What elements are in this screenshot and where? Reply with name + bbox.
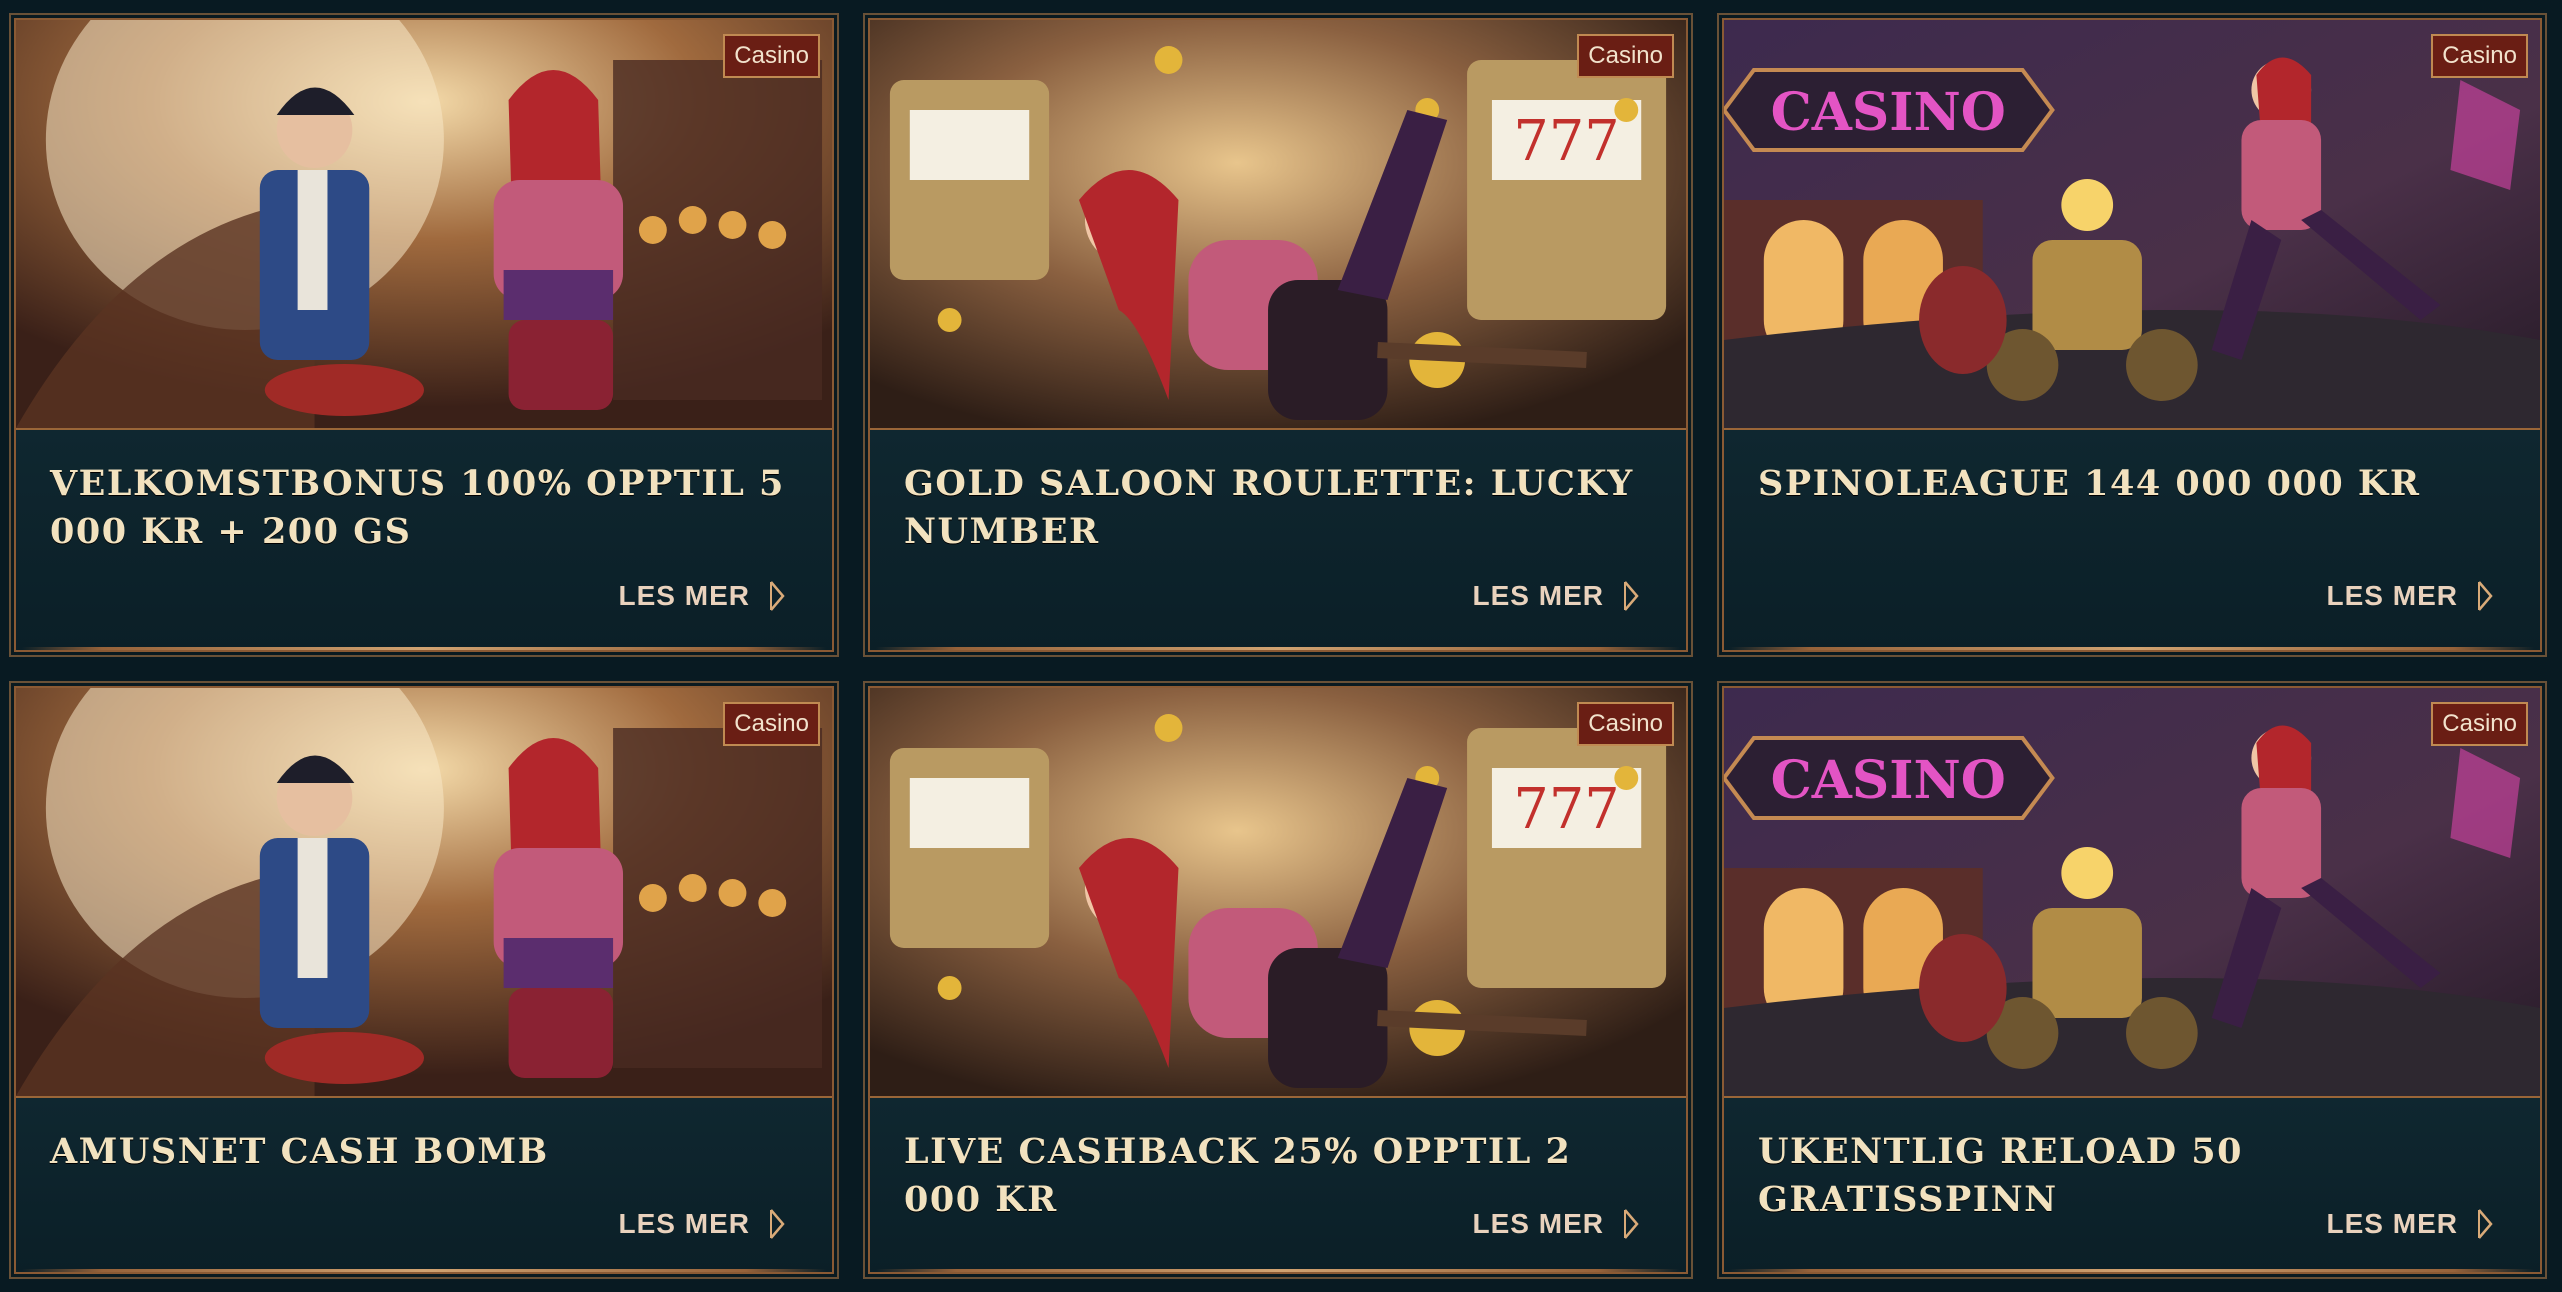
category-badge: Casino [1577,702,1674,746]
promo-image-slots-girl: 777 Casino [870,20,1686,430]
read-more-label: LES MER [2326,580,2458,611]
promo-card-body: LIVE CASHBACK 25% OPPTIL 2 000 KR LES ME… [870,1098,1686,1272]
category-badge: Casino [2431,702,2528,746]
promo-image-duo-lounge: Casino [16,688,832,1098]
read-more-link[interactable]: LES MER [619,1208,786,1240]
card-frame-bottom [22,647,826,650]
category-badge: Casino [1577,34,1674,78]
promo-title: VELKOMSTBONUS 100% OPPTIL 5 000 KR + 200… [50,463,785,552]
svg-text:777: 777 [1513,777,1619,842]
promo-title: AMUSNET CASH BOMB [50,1131,549,1172]
card-frame-bottom [876,647,1680,650]
read-more-link[interactable]: LES MER [1473,1208,1640,1240]
read-more-label: LES MER [2326,1208,2458,1239]
promo-image-slots-girl: 777 Casino [870,688,1686,1098]
promo-card[interactable]: CASINO Casino SPINOLEAGUE 144 000 000 KR [1722,18,2542,652]
promo-card[interactable]: CASINO Casino UKENTLIG RELOAD 50 GRATISS… [1722,686,2542,1274]
card-frame-bottom [1730,647,2534,650]
casino-sign: CASINO [1771,82,2006,143]
card-frame-bottom [1730,1269,2534,1272]
promo-image-casino-street: CASINO Casino [1724,20,2540,430]
promo-card[interactable]: 777 Casino LIVE CASHBACK 25% OPPTIL 2 00… [868,686,1688,1274]
read-more-label: LES MER [1472,1208,1604,1239]
category-badge: Casino [2431,34,2528,78]
promo-title: GOLD SALOON ROULETTE: LUCKY NUMBER [904,463,1634,552]
chevron-right-icon [1624,581,1639,611]
category-badge: Casino [723,34,820,78]
promo-card-body: UKENTLIG RELOAD 50 GRATISSPINN LES MER [1724,1098,2540,1272]
promo-card[interactable]: Casino AMUSNET CASH BOMB LES MER [14,686,834,1274]
chevron-right-icon [770,581,785,611]
read-more-label: LES MER [618,1208,750,1239]
promo-card-body: GOLD SALOON ROULETTE: LUCKY NUMBER LES M… [870,430,1686,650]
read-more-link[interactable]: LES MER [1473,580,1640,612]
promotions-grid: Casino VELKOMSTBONUS 100% OPPTIL 5 000 K… [0,0,2562,1292]
card-frame-bottom [22,1269,826,1272]
chevron-right-icon [2478,581,2493,611]
chevron-right-icon [770,1209,785,1239]
read-more-label: LES MER [1472,580,1604,611]
promo-image-casino-street: CASINO Casino [1724,688,2540,1098]
promo-card-body: SPINOLEAGUE 144 000 000 KR LES MER [1724,430,2540,650]
read-more-link[interactable]: LES MER [619,580,786,612]
category-badge: Casino [723,702,820,746]
promo-card-body: AMUSNET CASH BOMB LES MER [16,1098,832,1272]
svg-text:777: 777 [1513,109,1619,174]
promo-card[interactable]: Casino VELKOMSTBONUS 100% OPPTIL 5 000 K… [14,18,834,652]
read-more-label: LES MER [618,580,750,611]
read-more-link[interactable]: LES MER [2327,580,2494,612]
promo-title: SPINOLEAGUE 144 000 000 KR [1758,463,2421,504]
card-frame-bottom [876,1269,1680,1272]
read-more-link[interactable]: LES MER [2327,1208,2494,1240]
promo-card[interactable]: 777 Casino GOLD SALOON ROULETTE: LUCKY N… [868,18,1688,652]
casino-sign: CASINO [1771,750,2006,811]
chevron-right-icon [1624,1209,1639,1239]
chevron-right-icon [2478,1209,2493,1239]
promo-image-duo-lounge: Casino [16,20,832,430]
promo-card-body: VELKOMSTBONUS 100% OPPTIL 5 000 KR + 200… [16,430,832,650]
